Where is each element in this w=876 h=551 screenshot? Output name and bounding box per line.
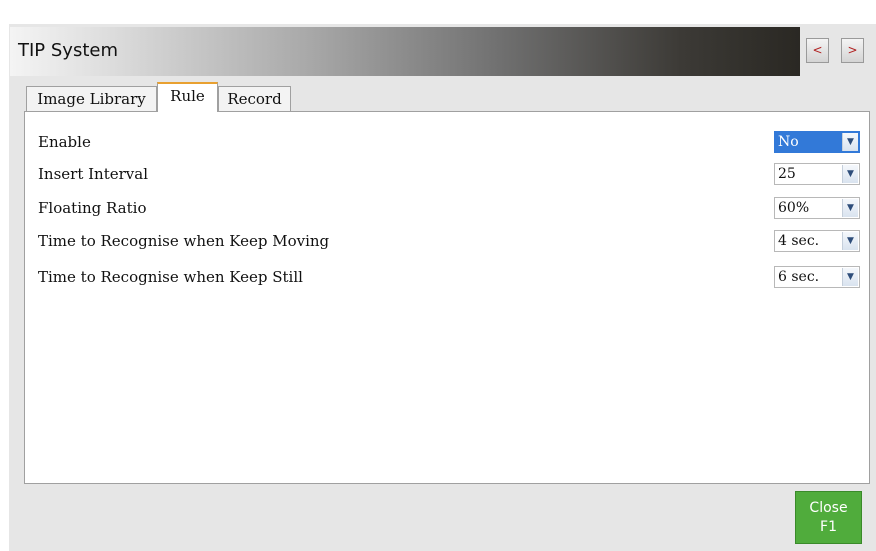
enable-label: Enable (38, 133, 91, 151)
close-button-label: Close (809, 500, 848, 516)
title-bar (10, 27, 800, 76)
keep-still-value: 6 sec. (778, 269, 820, 285)
tab-record[interactable]: Record (218, 86, 291, 112)
enable-select[interactable]: No ▼ (774, 131, 860, 153)
insert-interval-label: Insert Interval (38, 165, 149, 183)
keep-still-label: Time to Recognise when Keep Still (38, 268, 303, 286)
chevron-down-icon[interactable]: ▼ (842, 232, 858, 250)
insert-interval-value: 25 (778, 166, 796, 182)
chevron-down-icon[interactable]: ▼ (842, 165, 858, 183)
floating-ratio-select[interactable]: 60% ▼ (774, 197, 860, 219)
keep-moving-select[interactable]: 4 sec. ▼ (774, 230, 860, 252)
close-button-shortcut: F1 (820, 519, 837, 535)
keep-moving-value: 4 sec. (778, 233, 820, 249)
enable-value: No (778, 134, 799, 150)
chevron-down-icon[interactable]: ▼ (842, 268, 858, 286)
tab-image-library[interactable]: Image Library (26, 86, 157, 112)
rule-panel (24, 111, 870, 484)
window-title: TIP System (18, 40, 119, 61)
floating-ratio-label: Floating Ratio (38, 199, 147, 217)
insert-interval-select[interactable]: 25 ▼ (774, 163, 860, 185)
chevron-down-icon[interactable]: ▼ (842, 199, 858, 217)
floating-ratio-value: 60% (778, 200, 810, 216)
close-button[interactable]: Close F1 (795, 491, 862, 544)
keep-still-select[interactable]: 6 sec. ▼ (774, 266, 860, 288)
chevron-down-icon[interactable]: ▼ (842, 133, 858, 151)
next-button[interactable]: > (841, 38, 864, 63)
keep-moving-label: Time to Recognise when Keep Moving (38, 232, 330, 250)
tab-rule[interactable]: Rule (157, 82, 218, 112)
previous-button[interactable]: < (806, 38, 829, 63)
